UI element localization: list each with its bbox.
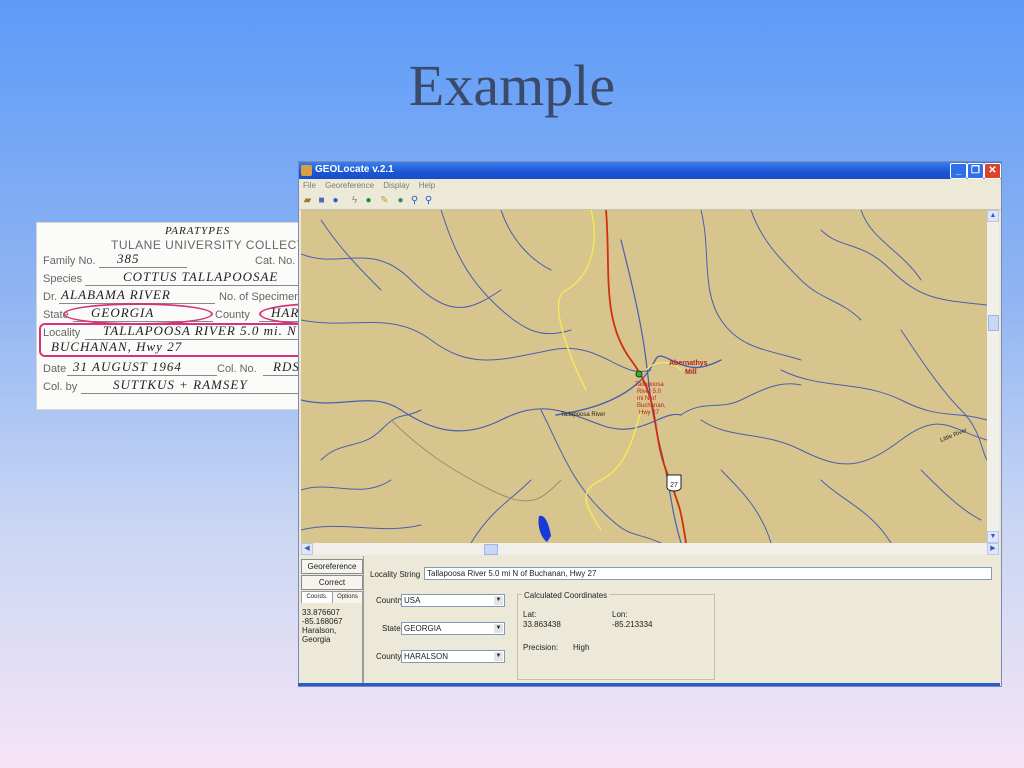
card-date-value: 31 AUGUST 1964	[73, 359, 182, 374]
restore-button[interactable]: ❐	[967, 163, 984, 179]
edit-icon[interactable]: ✎	[379, 195, 390, 206]
menu-file[interactable]: File	[303, 181, 316, 190]
highway-shield: 27	[666, 474, 682, 492]
card-colby-label: Col. by	[43, 381, 78, 393]
state-select[interactable]: GEORGIA ▼	[401, 622, 505, 635]
scroll-right-button[interactable]: ▶	[987, 543, 999, 555]
country-label: Country	[376, 596, 405, 605]
card-date-label: Date	[43, 363, 67, 375]
world-icon[interactable]: ●	[395, 195, 406, 206]
vertical-scrollbar[interactable]: ▲ ▼	[987, 210, 999, 543]
calculated-coordinates-box	[517, 594, 715, 680]
minimize-button[interactable]: _	[950, 163, 967, 179]
state-highlight	[63, 303, 213, 325]
card-header: PARATYPES	[165, 225, 231, 237]
horizontal-scroll-thumb[interactable]	[484, 544, 498, 555]
tallapoosa-river-label: Tallapoosa River	[561, 412, 605, 418]
abernathys-label: Abernathys Mill	[669, 360, 709, 376]
scroll-left-button[interactable]: ◀	[301, 543, 313, 555]
state-label: State	[382, 624, 401, 633]
open-icon[interactable]: ▰	[302, 195, 313, 206]
calculated-coordinates-title: Calculated Coordinates	[522, 591, 610, 600]
little-river-label: Little River	[940, 428, 969, 444]
card-colby-value: SUTTKUS + RAMSEY	[113, 377, 248, 392]
app-icon	[301, 165, 312, 176]
card-family-value: 385	[117, 251, 140, 266]
globe-icon[interactable]: ●	[363, 195, 374, 206]
scroll-up-button[interactable]: ▲	[987, 210, 999, 222]
locality-string-label: Locality String	[370, 570, 421, 579]
card-cat-label: Cat. No.	[255, 255, 296, 267]
close-button[interactable]: ✕	[984, 163, 1001, 179]
correct-button[interactable]: Correct	[301, 575, 363, 590]
coords-output: 33.876607 -85.168067 Haralson, Georgia	[302, 608, 343, 644]
county-label: County	[376, 652, 402, 661]
card-dr-label: Dr.	[43, 291, 58, 303]
point-label: Tallapoosa River 5.0 mi N of Buchanan, H…	[635, 382, 667, 416]
window-bottom-edge	[298, 683, 1000, 686]
card-specimens-label: No. of Specimens	[219, 291, 306, 303]
chevron-down-icon[interactable]: ▼	[494, 652, 503, 661]
save-icon[interactable]: ■	[316, 195, 327, 206]
menu-display[interactable]: Display	[383, 181, 409, 190]
chevron-down-icon[interactable]: ▼	[494, 624, 503, 633]
toolbar: ▰ ■ ● ϟ ● ✎ ● ⚲ ⚲	[299, 193, 1001, 210]
menu-georeference[interactable]: Georeference	[325, 181, 374, 190]
lon-value: -85.213334	[612, 620, 653, 629]
card-family-label: Family No.	[43, 255, 96, 267]
map-view[interactable]: 27 Abernathys Mill Tallapoosa River 5.0 …	[301, 210, 987, 543]
menu-bar: File Georeference Display Help	[299, 179, 1001, 193]
lightning-icon[interactable]: ϟ	[349, 195, 360, 206]
help-icon[interactable]: ●	[330, 195, 341, 206]
lon-label: Lon:	[612, 610, 628, 619]
lat-label: Lat:	[523, 610, 537, 619]
title-bar[interactable]: GEOLocate v.2.1 _ ❐ ✕	[299, 162, 1001, 179]
geolocate-window: GEOLocate v.2.1 _ ❐ ✕ File Georeference …	[298, 161, 1002, 687]
country-select[interactable]: USA ▼	[401, 594, 505, 607]
window-title: GEOLocate v.2.1	[315, 164, 394, 175]
zoom-in-icon[interactable]: ⚲	[409, 195, 420, 206]
county-select[interactable]: HARALSON ▼	[401, 650, 505, 663]
card-species-value: COTTUS TALLAPOOSAE	[123, 269, 279, 284]
lat-value: 33.863438	[523, 620, 561, 629]
zoom-out-icon[interactable]: ⚲	[423, 195, 434, 206]
precision-value: High	[573, 643, 590, 652]
card-county-label: County	[215, 309, 250, 321]
card-colno-label: Col. No.	[217, 363, 257, 375]
slide-title: Example	[408, 53, 616, 118]
precision-label: Precision:	[523, 643, 559, 652]
scroll-down-button[interactable]: ▼	[987, 531, 999, 543]
locality-string-input[interactable]: Tallapoosa River 5.0 mi N of Buchanan, H…	[424, 567, 992, 580]
vertical-scroll-thumb[interactable]	[988, 315, 999, 331]
georeference-panel: Georeference Correct Coords. Options 33.…	[299, 556, 1001, 686]
chevron-down-icon[interactable]: ▼	[494, 596, 503, 605]
map-canvas[interactable]: 27 Abernathys Mill Tallapoosa River 5.0 …	[301, 210, 987, 543]
menu-help[interactable]: Help	[419, 181, 435, 190]
highway-label: 27	[670, 482, 678, 489]
georeference-button[interactable]: Georeference	[301, 559, 363, 574]
card-dr-value: ALABAMA RIVER	[61, 287, 171, 302]
horizontal-scrollbar[interactable]: ◀ ▶	[301, 543, 999, 555]
card-species-label: Species	[43, 273, 83, 285]
locality-marker[interactable]	[635, 370, 643, 378]
